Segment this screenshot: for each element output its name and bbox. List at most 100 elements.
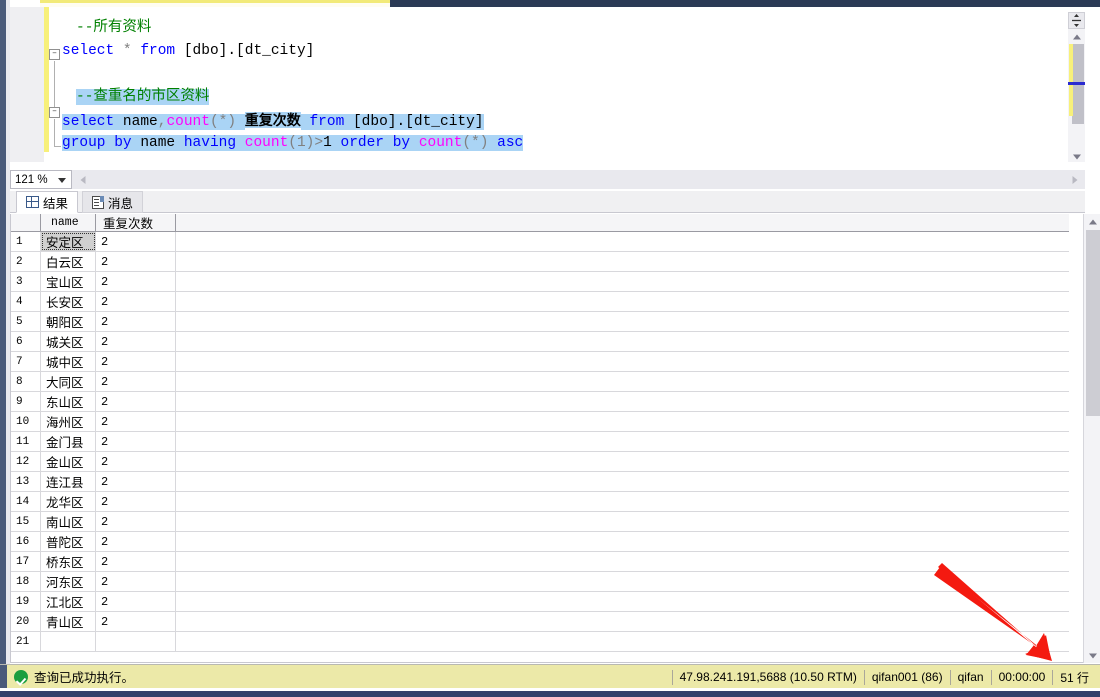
cell-name[interactable]: 长安区 — [41, 292, 96, 311]
tab-messages[interactable]: 消息 — [82, 191, 143, 213]
cell-count[interactable] — [96, 632, 176, 651]
table-row[interactable]: 11金门县2 — [11, 432, 1069, 452]
table-row[interactable]: 4长安区2 — [11, 292, 1069, 312]
cell-name[interactable]: 江北区 — [41, 592, 96, 611]
sql-editor-pane[interactable]: --所有资料select * from [dbo].[dt_city] --查重名… — [10, 7, 1085, 162]
cell-name[interactable] — [41, 632, 96, 651]
row-number-cell[interactable]: 16 — [11, 532, 41, 551]
cell-name[interactable]: 金山区 — [41, 452, 96, 471]
cell-name[interactable]: 龙华区 — [41, 492, 96, 511]
cell-count[interactable]: 2 — [96, 352, 176, 371]
cell-name[interactable]: 河东区 — [41, 572, 96, 591]
table-row[interactable]: 2白云区2 — [11, 252, 1069, 272]
table-row[interactable]: 18河东区2 — [11, 572, 1069, 592]
table-row[interactable]: 20青山区2 — [11, 612, 1069, 632]
table-row[interactable]: 17桥东区2 — [11, 552, 1069, 572]
cell-count[interactable]: 2 — [96, 472, 176, 491]
cell-name[interactable]: 城关区 — [41, 332, 96, 351]
cell-count[interactable]: 2 — [96, 452, 176, 471]
cell-name[interactable]: 普陀区 — [41, 532, 96, 551]
cell-count[interactable]: 2 — [96, 232, 176, 251]
row-number-cell[interactable]: 9 — [11, 392, 41, 411]
cell-count[interactable]: 2 — [96, 492, 176, 511]
cell-count[interactable]: 2 — [96, 372, 176, 391]
cell-name[interactable]: 安定区 — [41, 232, 96, 251]
table-row[interactable]: 14龙华区2 — [11, 492, 1069, 512]
table-row[interactable]: 10海州区2 — [11, 412, 1069, 432]
code-line[interactable]: --所有资料 — [76, 17, 151, 40]
cell-count[interactable]: 2 — [96, 292, 176, 311]
cell-count[interactable]: 2 — [96, 572, 176, 591]
row-number-cell[interactable]: 5 — [11, 312, 41, 331]
cell-name[interactable]: 南山区 — [41, 512, 96, 531]
row-number-cell[interactable]: 13 — [11, 472, 41, 491]
row-number-cell[interactable]: 21 — [11, 632, 41, 651]
hscroll-right-arrow-icon[interactable] — [1066, 172, 1083, 187]
table-row[interactable]: 6城关区2 — [11, 332, 1069, 352]
table-row[interactable]: 15南山区2 — [11, 512, 1069, 532]
row-number-cell[interactable]: 8 — [11, 372, 41, 391]
table-row[interactable]: 3宝山区2 — [11, 272, 1069, 292]
cell-count[interactable]: 2 — [96, 552, 176, 571]
row-number-cell[interactable]: 4 — [11, 292, 41, 311]
cell-name[interactable]: 连江县 — [41, 472, 96, 491]
cell-count[interactable]: 2 — [96, 432, 176, 451]
hscroll-left-arrow-icon[interactable] — [74, 172, 91, 187]
table-row[interactable]: 8大同区2 — [11, 372, 1069, 392]
results-scroll-down-icon[interactable] — [1084, 648, 1100, 663]
editor-split-handle[interactable] — [1068, 12, 1085, 29]
cell-name[interactable]: 桥东区 — [41, 552, 96, 571]
cell-count[interactable]: 2 — [96, 332, 176, 351]
grid-header-rownum[interactable] — [11, 214, 41, 231]
row-number-cell[interactable]: 11 — [11, 432, 41, 451]
cell-name[interactable]: 白云区 — [41, 252, 96, 271]
zoom-level-dropdown[interactable]: 121 % — [10, 170, 72, 189]
tab-results[interactable]: 结果 — [16, 191, 78, 213]
row-number-cell[interactable]: 20 — [11, 612, 41, 631]
cell-name[interactable]: 海州区 — [41, 412, 96, 431]
cell-name[interactable]: 青山区 — [41, 612, 96, 631]
grid-header-count[interactable]: 重复次数 — [96, 214, 176, 231]
cell-name[interactable]: 城中区 — [41, 352, 96, 371]
scroll-up-arrow-icon[interactable] — [1068, 29, 1085, 44]
row-number-cell[interactable]: 14 — [11, 492, 41, 511]
cell-count[interactable]: 2 — [96, 532, 176, 551]
table-row[interactable]: 1安定区2 — [11, 232, 1069, 252]
table-row[interactable]: 12金山区2 — [11, 452, 1069, 472]
row-number-cell[interactable]: 6 — [11, 332, 41, 351]
code-text-area[interactable]: --所有资料select * from [dbo].[dt_city] --查重名… — [49, 7, 1085, 162]
row-number-cell[interactable]: 12 — [11, 452, 41, 471]
cell-name[interactable]: 东山区 — [41, 392, 96, 411]
table-row[interactable]: 13连江县2 — [11, 472, 1069, 492]
cell-count[interactable]: 2 — [96, 412, 176, 431]
cell-name[interactable]: 宝山区 — [41, 272, 96, 291]
cell-count[interactable]: 2 — [96, 512, 176, 531]
results-vertical-scrollbar[interactable] — [1083, 214, 1100, 663]
grid-header-name[interactable]: name — [41, 214, 96, 231]
cell-count[interactable]: 2 — [96, 392, 176, 411]
table-row[interactable]: 21 — [11, 632, 1069, 652]
row-number-cell[interactable]: 2 — [11, 252, 41, 271]
row-number-cell[interactable]: 1 — [11, 232, 41, 251]
table-row[interactable]: 7城中区2 — [11, 352, 1069, 372]
row-number-cell[interactable]: 7 — [11, 352, 41, 371]
table-row[interactable]: 5朝阳区2 — [11, 312, 1069, 332]
table-row[interactable]: 19江北区2 — [11, 592, 1069, 612]
cell-count[interactable]: 2 — [96, 272, 176, 291]
row-number-cell[interactable]: 3 — [11, 272, 41, 291]
code-line[interactable]: group by name having count(1)>1 order by… — [62, 132, 523, 155]
table-row[interactable]: 16普陀区2 — [11, 532, 1069, 552]
results-scroll-up-icon[interactable] — [1084, 214, 1100, 229]
code-line[interactable]: --查重名的市区资料 — [76, 86, 209, 109]
row-number-cell[interactable]: 17 — [11, 552, 41, 571]
table-row[interactable]: 9东山区2 — [11, 392, 1069, 412]
row-number-cell[interactable]: 19 — [11, 592, 41, 611]
editor-scroll-track[interactable] — [1068, 44, 1085, 139]
cell-count[interactable]: 2 — [96, 252, 176, 271]
results-scroll-thumb[interactable] — [1086, 230, 1100, 416]
cell-count[interactable]: 2 — [96, 592, 176, 611]
row-number-cell[interactable]: 18 — [11, 572, 41, 591]
cell-name[interactable]: 朝阳区 — [41, 312, 96, 331]
code-line[interactable]: select * from [dbo].[dt_city] — [62, 40, 314, 63]
cell-count[interactable]: 2 — [96, 312, 176, 331]
